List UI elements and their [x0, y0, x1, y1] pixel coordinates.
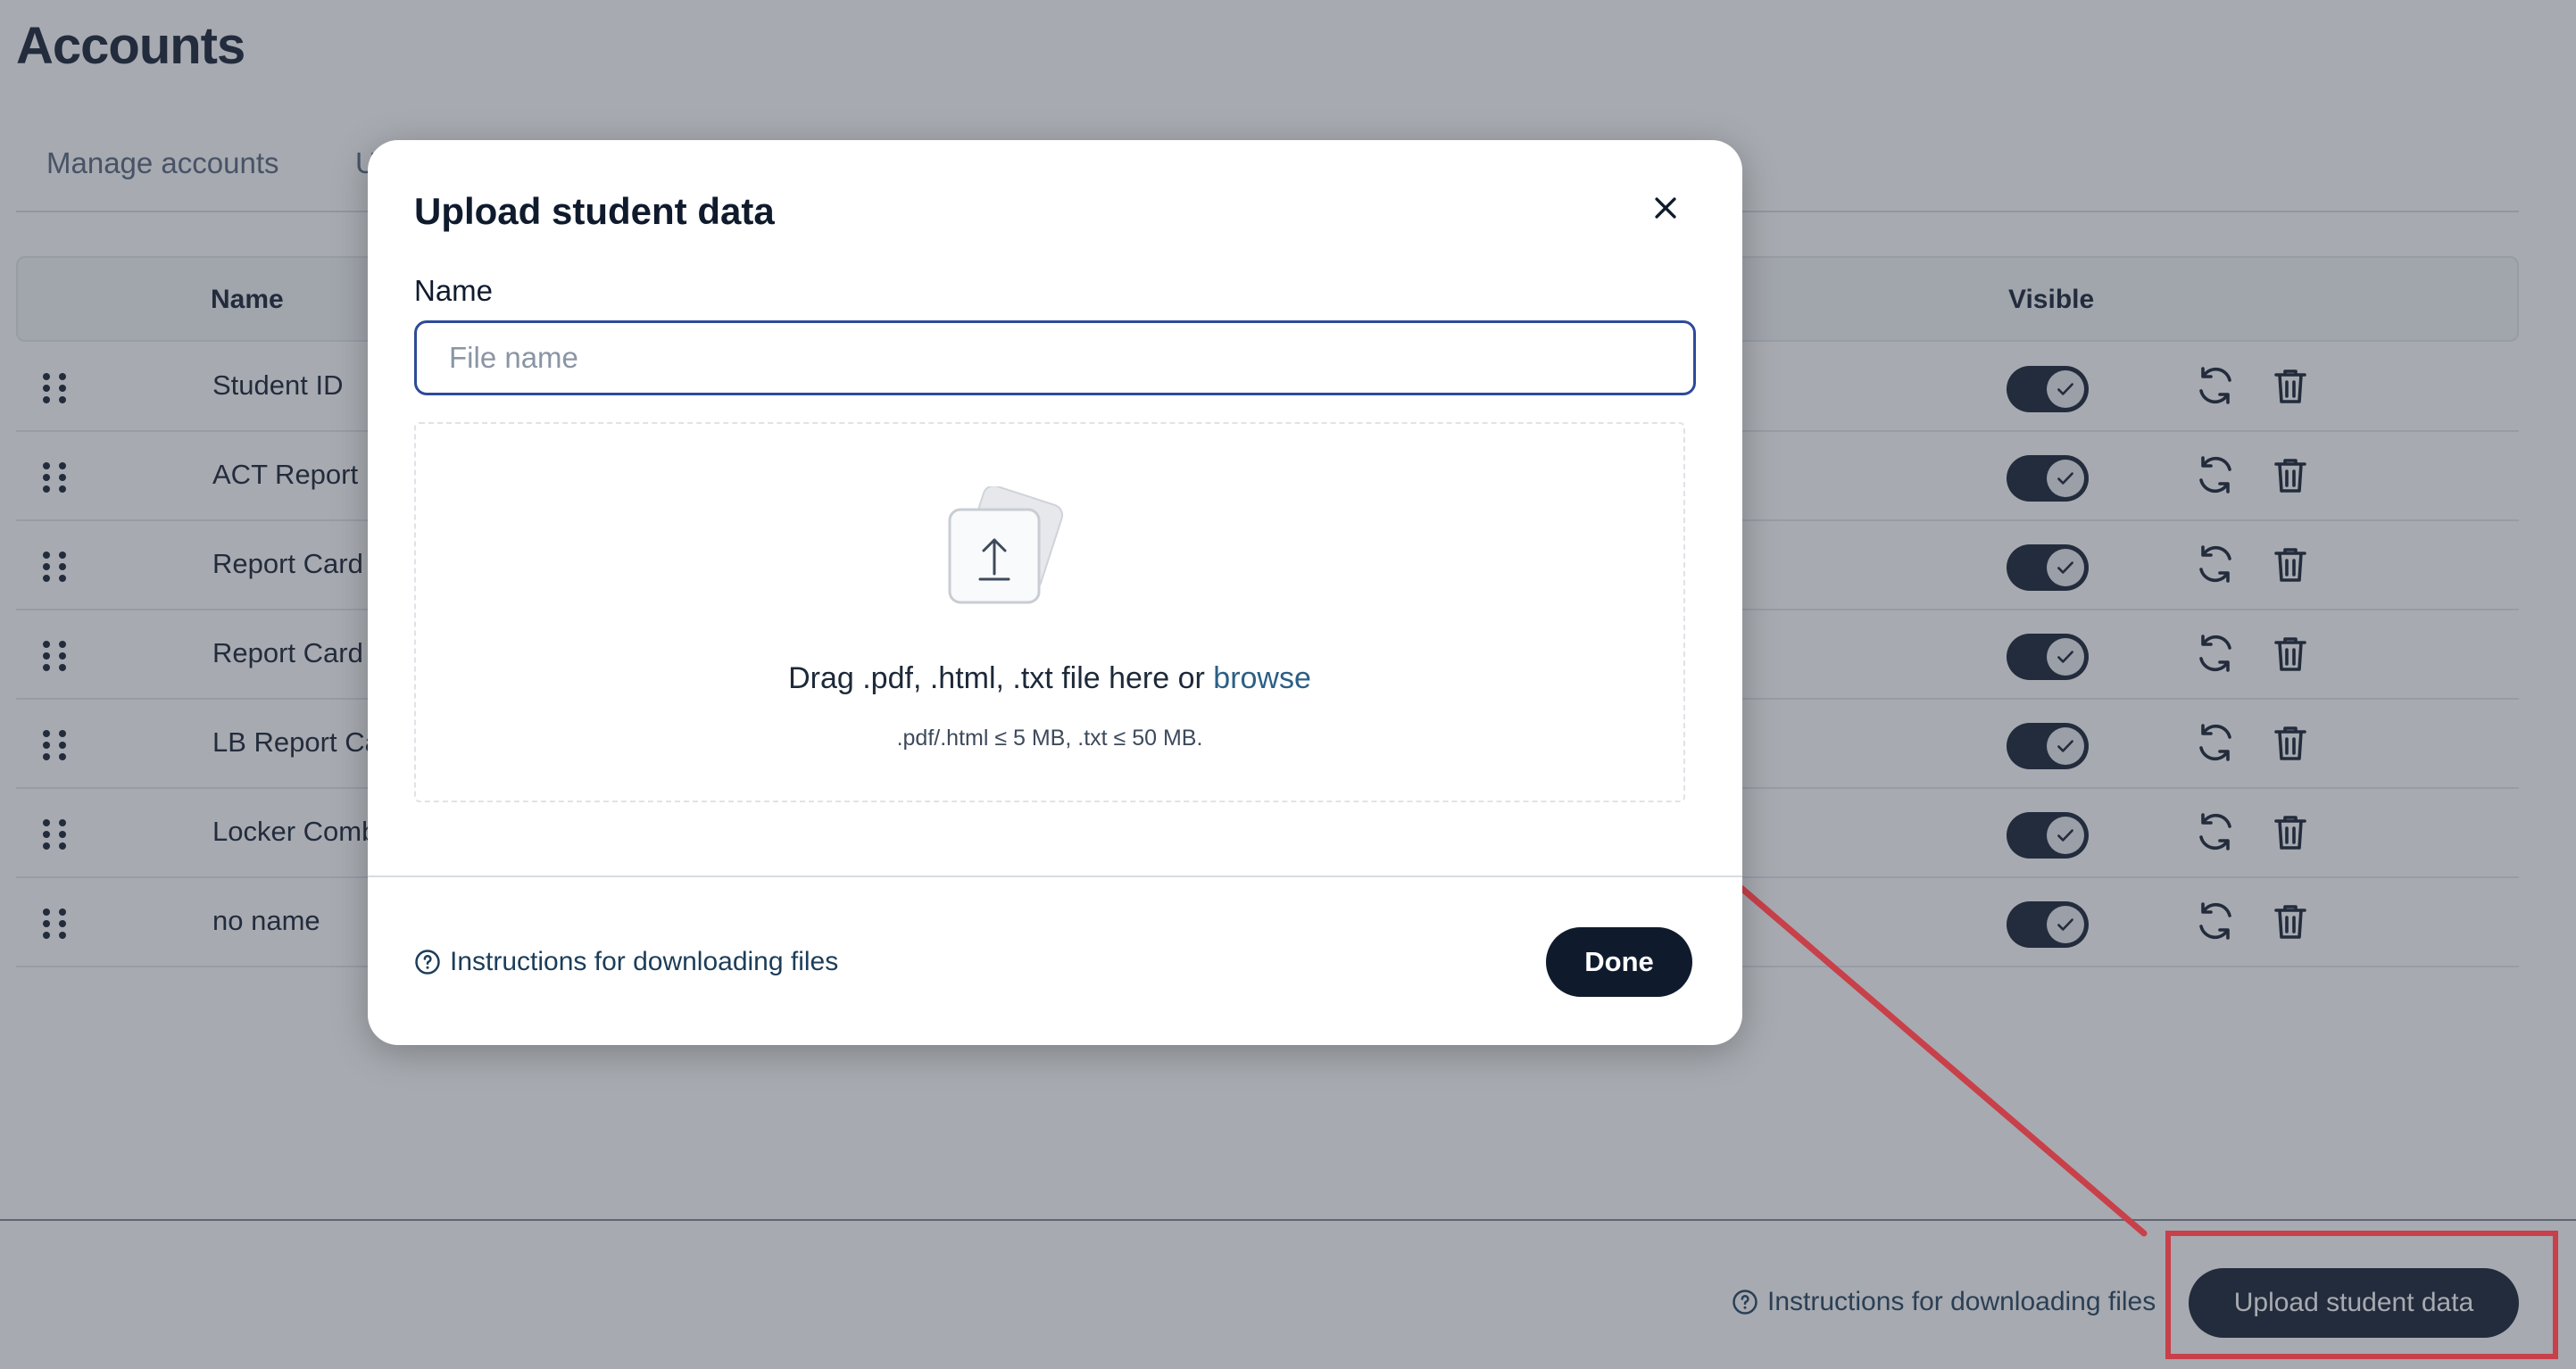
file-size-limits: .pdf/.html ≤ 5 MB, .txt ≤ 50 MB.	[896, 726, 1203, 751]
browse-link[interactable]: browse	[1213, 661, 1311, 695]
file-dropzone[interactable]: Drag .pdf, .html, .txt file here or brow…	[414, 422, 1685, 802]
modal-title: Upload student data	[414, 190, 775, 232]
modal-instructions-label: Instructions for downloading files	[450, 947, 839, 976]
annotation-highlight-box	[2165, 1231, 2558, 1359]
modal-divider	[368, 875, 1742, 877]
modal-instructions-link[interactable]: Instructions for downloading files	[414, 947, 838, 977]
help-circle-icon	[415, 950, 440, 975]
dropzone-instructions: Drag .pdf, .html, .txt file here or brow…	[416, 661, 1683, 696]
upload-modal: Upload student data Name Drag .pdf, .htm…	[368, 140, 1742, 1045]
done-button[interactable]: Done	[1546, 927, 1692, 997]
dropzone-text: Drag .pdf, .html, .txt file here or	[788, 661, 1214, 695]
close-icon	[1655, 197, 1676, 219]
modal-close-button[interactable]	[1639, 181, 1692, 235]
name-field-label: Name	[414, 274, 494, 307]
upload-file-icon	[948, 486, 1064, 604]
file-name-input[interactable]	[414, 320, 1696, 395]
